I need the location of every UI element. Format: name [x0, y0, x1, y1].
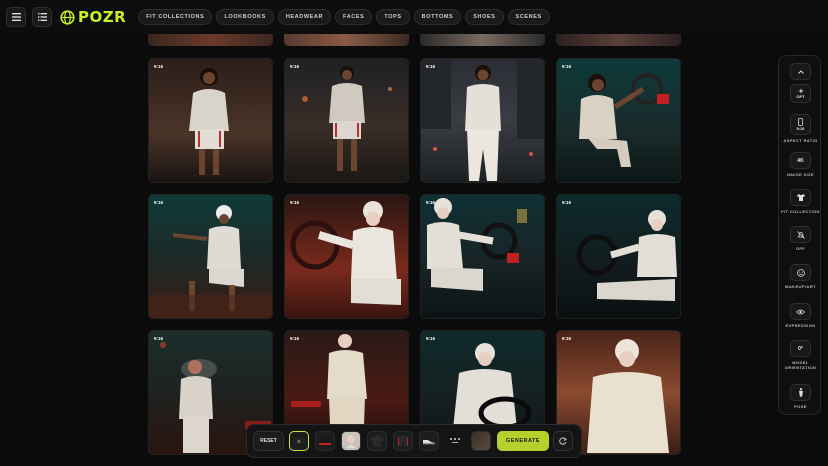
image-tile[interactable]: 9:16	[420, 194, 545, 319]
model-figure	[149, 205, 272, 318]
image-tile[interactable]: 9:16	[556, 194, 681, 319]
partial-tile[interactable]	[148, 34, 273, 46]
generate-button[interactable]: GENERATE	[497, 431, 549, 451]
generation-bar: RESET ≡ GENERATE	[246, 424, 582, 458]
nav-fit-collections[interactable]: FIT COLLECTIONS	[138, 9, 213, 25]
aspect-ratio-badge: 9:16	[426, 336, 436, 341]
brand-name: POZR	[78, 8, 127, 26]
aspect-ratio-badge: 9:16	[562, 64, 572, 69]
fit-collection-slot[interactable]: ≡	[289, 431, 309, 451]
model-orientation-label: MODEL ORIENTATION	[784, 360, 817, 370]
aspect-ratio-badge: 9:16	[290, 336, 300, 341]
person-icon	[798, 388, 803, 397]
shoe-slot[interactable]	[419, 431, 439, 451]
image-grid: 9:16 9:16 9:16 9:16 9:16 9:16 9:16 9:16 …	[148, 58, 681, 458]
aspect-ratio-badge: 9:16	[154, 64, 164, 69]
headwear-off-button[interactable]	[790, 226, 811, 243]
aspect-ratio-badge: 9:16	[562, 336, 572, 341]
refresh-button[interactable]	[553, 431, 573, 451]
collapse-panel-button[interactable]	[790, 63, 811, 80]
makeup-art-label: MAKEUP/ART	[785, 284, 816, 289]
logo[interactable]: POZR	[60, 8, 126, 26]
aspect-ratio-badge: 9:16	[154, 200, 164, 205]
model-figure	[290, 201, 401, 305]
model-figure	[421, 59, 544, 181]
model-figure	[576, 210, 677, 301]
scene-slot[interactable]	[471, 431, 491, 451]
model-figure	[427, 198, 527, 291]
optimize-label: OPT	[796, 94, 805, 99]
headwear-slot[interactable]	[315, 431, 335, 451]
aspect-ratio-value: 9:16	[796, 126, 805, 131]
model-figure	[189, 68, 229, 175]
aspect-ratio-badge: 9:16	[290, 200, 300, 205]
image-size-label: IMAGE SIZE	[786, 172, 815, 177]
image-tile[interactable]: 9:16	[284, 58, 409, 183]
menu-button[interactable]	[6, 7, 26, 27]
pose-button[interactable]	[790, 384, 811, 401]
optimize-button[interactable]: OPT	[790, 84, 811, 103]
nav-headwear[interactable]: HEADWEAR	[277, 9, 332, 25]
top-bar: POZR FIT COLLECTIONS LOOKBOOKS HEADWEAR …	[0, 0, 828, 34]
pose-label: POSE	[794, 404, 807, 409]
hoodie-icon	[370, 435, 384, 447]
more-options-slot[interactable]	[445, 431, 465, 451]
fit-collection-label: FIT COLLECTION	[781, 209, 820, 214]
image-tile[interactable]: 9:16	[148, 58, 273, 183]
model-orientation-button[interactable]: 0°	[790, 340, 811, 357]
reset-button[interactable]: RESET	[253, 431, 284, 451]
nav-shoes[interactable]: SHOES	[465, 9, 504, 25]
headwear-off-label: OFF	[795, 246, 806, 251]
partial-tile[interactable]	[284, 34, 409, 46]
hamburger-icon	[11, 13, 21, 21]
smile-icon	[796, 268, 805, 277]
expression-button[interactable]	[790, 303, 811, 320]
cap-icon	[319, 437, 331, 445]
eye-icon	[796, 309, 805, 314]
image-tile[interactable]: 9:16	[556, 58, 681, 183]
partial-tile[interactable]	[556, 34, 681, 46]
nav-bottoms[interactable]: BOTTOMS	[413, 9, 462, 25]
image-tile[interactable]: 9:16	[284, 194, 409, 319]
collection-thumbnail-icon: ≡	[293, 438, 305, 444]
list-icon	[37, 13, 47, 21]
nav-tops[interactable]: TOPS	[376, 9, 410, 25]
nav-lookbooks[interactable]: LOOKBOOKS	[216, 9, 274, 25]
face-thumbnail-icon	[346, 435, 356, 448]
nav-faces[interactable]: FACES	[335, 9, 373, 25]
svg-text:≡: ≡	[298, 439, 301, 444]
aspect-ratio-badge: 9:16	[154, 336, 164, 341]
face-slot[interactable]	[341, 431, 361, 451]
globe-logo-icon	[60, 9, 75, 25]
aspect-ratio-label: ASPECT RATIO	[783, 138, 818, 143]
partial-tile[interactable]	[420, 34, 545, 46]
aspect-ratio-button[interactable]: 9:16	[790, 114, 811, 135]
model-figure	[302, 66, 392, 171]
hat-off-icon	[796, 230, 805, 239]
list-view-button[interactable]	[32, 7, 52, 27]
image-tile[interactable]: 9:16	[420, 58, 545, 183]
nav-scenes[interactable]: SCENES	[507, 9, 550, 25]
grid-options-icon	[450, 438, 460, 443]
shirt-icon	[796, 194, 805, 201]
chevron-up-icon	[797, 69, 804, 74]
model-figure	[579, 73, 669, 167]
shorts-icon	[398, 436, 408, 446]
image-tile[interactable]: 9:16	[148, 194, 273, 319]
portrait-frame-icon	[798, 118, 803, 126]
sneaker-icon	[423, 440, 435, 445]
aspect-ratio-badge: 9:16	[426, 200, 436, 205]
refresh-icon	[559, 437, 567, 445]
image-size-button[interactable]: 4K	[790, 152, 811, 169]
bottom-slot[interactable]	[393, 431, 413, 451]
makeup-art-button[interactable]	[790, 264, 811, 281]
top-slot[interactable]	[367, 431, 387, 451]
expression-label: EXPRESSION	[785, 323, 816, 328]
aspect-ratio-badge: 9:16	[562, 200, 572, 205]
settings-panel: OPT 9:16 ASPECT RATIO 4K IMAGE SIZE FIT …	[778, 55, 821, 415]
fit-collection-button[interactable]	[790, 189, 811, 206]
aspect-ratio-badge: 9:16	[290, 64, 300, 69]
aspect-ratio-badge: 9:16	[426, 64, 436, 69]
